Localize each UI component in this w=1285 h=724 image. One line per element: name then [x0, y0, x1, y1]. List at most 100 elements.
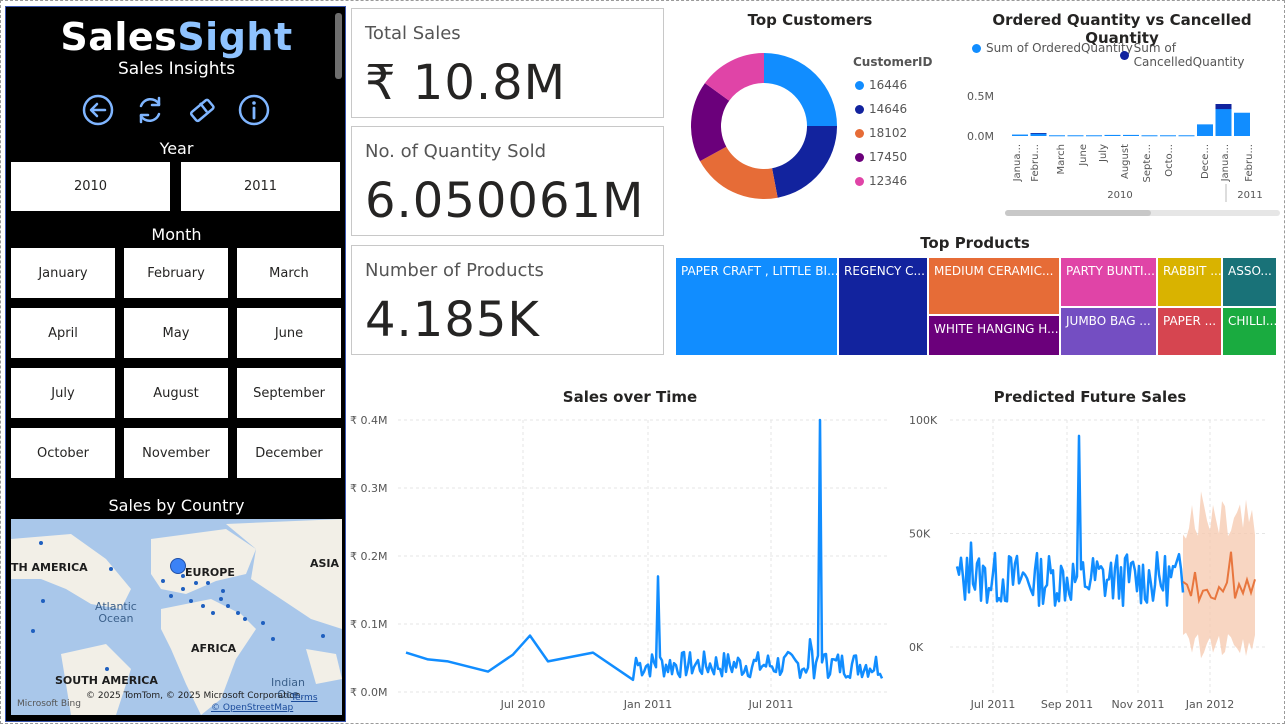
bar-ordered[interactable]: [1141, 135, 1158, 137]
bar-cancelled[interactable]: [1030, 133, 1047, 134]
year-option-2010[interactable]: 2010: [11, 162, 170, 211]
year-option-2011[interactable]: 2011: [181, 162, 340, 211]
bar-ordered[interactable]: [1104, 134, 1121, 136]
map-osm-link[interactable]: © OpenStreetMap: [211, 703, 293, 713]
month-option-september[interactable]: September: [237, 368, 341, 418]
month-option-august[interactable]: August: [124, 368, 228, 418]
back-icon[interactable]: [81, 93, 115, 127]
map-sales-dot[interactable]: [226, 604, 230, 608]
month-option-july[interactable]: July: [11, 368, 115, 418]
map-sales-dot[interactable]: [109, 567, 113, 571]
map-sales-dot[interactable]: [221, 589, 225, 593]
donut-slice-16446[interactable]: [764, 53, 837, 126]
x-tick-label: Jul 2011: [970, 698, 1016, 711]
map-terms-link[interactable]: Terms: [291, 693, 318, 703]
treemap-tile[interactable]: PARTY BUNTI...: [1060, 257, 1157, 307]
map-sales-dot[interactable]: [201, 604, 205, 608]
historical-sales-line[interactable]: [955, 434, 1185, 608]
map-sales-dot[interactable]: [243, 617, 247, 621]
map-sales-dot[interactable]: [271, 637, 275, 641]
map-title: Sales by Country: [108, 496, 245, 515]
x-tick-label: Jul 2010: [500, 698, 546, 711]
bar-ordered[interactable]: [1049, 135, 1065, 137]
map-sales-dot[interactable]: [169, 594, 173, 598]
bar-ordered[interactable]: [1234, 112, 1250, 136]
month-option-october[interactable]: October: [11, 428, 115, 478]
treemap-tile[interactable]: JUMBO BAG ...: [1060, 307, 1157, 356]
treemap-tile[interactable]: WHITE HANGING H...: [928, 315, 1060, 356]
treemap-tile[interactable]: MEDIUM CERAMIC...: [928, 257, 1060, 315]
predicted-sales-title: Predicted Future Sales: [993, 388, 1187, 406]
map-sales-dot[interactable]: [105, 667, 109, 671]
treemap-tile[interactable]: RABBIT ...: [1157, 257, 1222, 307]
bar-ordered[interactable]: [1197, 124, 1213, 136]
chart-scrollbar-thumb[interactable]: [1005, 210, 1151, 216]
treemap-tile[interactable]: REGENCY C...: [838, 257, 928, 356]
map-sales-dot[interactable]: [41, 599, 45, 603]
info-icon[interactable]: [237, 93, 271, 127]
bar-ordered[interactable]: [1067, 135, 1084, 137]
eraser-icon[interactable]: [185, 93, 219, 127]
customer-legend-item[interactable]: 12346: [855, 174, 907, 188]
map-sales-dot[interactable]: [211, 611, 215, 615]
customer-legend-item[interactable]: 18102: [855, 126, 907, 140]
map-sales-dot[interactable]: [161, 579, 165, 583]
bar-ordered[interactable]: [1086, 135, 1102, 137]
bar-ordered[interactable]: [1123, 134, 1139, 136]
month-option-november[interactable]: November: [124, 428, 228, 478]
map-sales-dot[interactable]: [189, 599, 193, 603]
map-sales-dot[interactable]: [236, 611, 240, 615]
legend-label: 12346: [869, 174, 908, 188]
month-option-april[interactable]: April: [11, 308, 115, 358]
ordered-cancelled-chart[interactable]: 0.5M 0.0M Janua... Febru... March June July Aug…: [960, 80, 1280, 220]
bar-ordered[interactable]: [1160, 135, 1176, 137]
bar-ordered[interactable]: [1012, 134, 1028, 136]
customer-legend-item[interactable]: 14646: [855, 102, 907, 116]
map-sales-dot[interactable]: [206, 581, 210, 585]
month-option-march[interactable]: March: [237, 248, 341, 298]
top-customers-donut[interactable]: [690, 52, 838, 200]
month-option-december[interactable]: December: [237, 428, 341, 478]
legend-cancelled-label: Sum of CancelledQuantity: [1133, 41, 1245, 69]
y-tick-label: 0.5M: [967, 90, 994, 103]
predicted-sales-chart[interactable]: 100K 50K 0K Jul 2011 Sep 2011 Nov 2011 Jan 201…: [905, 410, 1275, 715]
sales-by-country-map[interactable]: TH AMERICA EUROPE ASIA AFRICA SOUTH AMER…: [11, 519, 342, 715]
map-sales-dot[interactable]: [321, 634, 325, 638]
y-tick-label: ₹ 0.3M: [350, 482, 387, 495]
x-tick-label: Febru...: [1030, 144, 1041, 182]
treemap-tile[interactable]: ASSO...: [1222, 257, 1277, 307]
customer-legend-item[interactable]: 17450: [855, 150, 907, 164]
sales-over-time-chart[interactable]: ₹ 0.4M ₹ 0.3M ₹ 0.2M ₹ 0.1M ₹ 0.0M Jul 2010 Ja…: [348, 410, 896, 715]
refresh-icon[interactable]: [133, 93, 167, 127]
x-tick-label: Nov 2011: [1112, 698, 1165, 711]
map-sales-dot[interactable]: [31, 629, 35, 633]
bar-cancelled[interactable]: [1215, 104, 1232, 110]
legend-cancelled: Sum of CancelledQuantity: [1120, 41, 1285, 69]
legend-label: 16446: [869, 78, 908, 92]
month-option-february[interactable]: February: [124, 248, 228, 298]
treemap-tile[interactable]: CHILLI...: [1222, 307, 1277, 356]
map-sales-dot[interactable]: [194, 581, 198, 585]
treemap-tile[interactable]: PAPER CRAFT , LITTLE BI...: [675, 257, 838, 356]
bar-ordered[interactable]: [1178, 135, 1195, 137]
card-value: 6.050061M: [365, 173, 645, 229]
map-label-atlantic-2: Ocean: [98, 612, 134, 625]
month-option-may[interactable]: May: [124, 308, 228, 358]
map-sales-dot[interactable]: [261, 621, 265, 625]
map-sales-bubble-uk[interactable]: [170, 558, 186, 574]
x-tick-label: June: [1078, 144, 1089, 167]
map-sales-dot[interactable]: [181, 587, 185, 591]
treemap-tile[interactable]: PAPER ...: [1157, 307, 1222, 356]
products-card: Number of Products 4.185K: [351, 245, 664, 355]
month-option-june[interactable]: June: [237, 308, 341, 358]
legend-swatch: [855, 104, 864, 114]
map-sales-dot[interactable]: [219, 597, 223, 601]
year-slicer-title: Year: [159, 139, 194, 158]
month-option-january[interactable]: January: [11, 248, 115, 298]
customer-legend-item[interactable]: 16446: [855, 78, 907, 92]
sidebar-scrollbar[interactable]: [335, 13, 342, 79]
donut-slice-14646[interactable]: [772, 126, 837, 198]
x-tick-label: Jan 2011: [623, 698, 672, 711]
map-sales-dot[interactable]: [39, 541, 43, 545]
sales-series-line[interactable]: [405, 418, 884, 682]
